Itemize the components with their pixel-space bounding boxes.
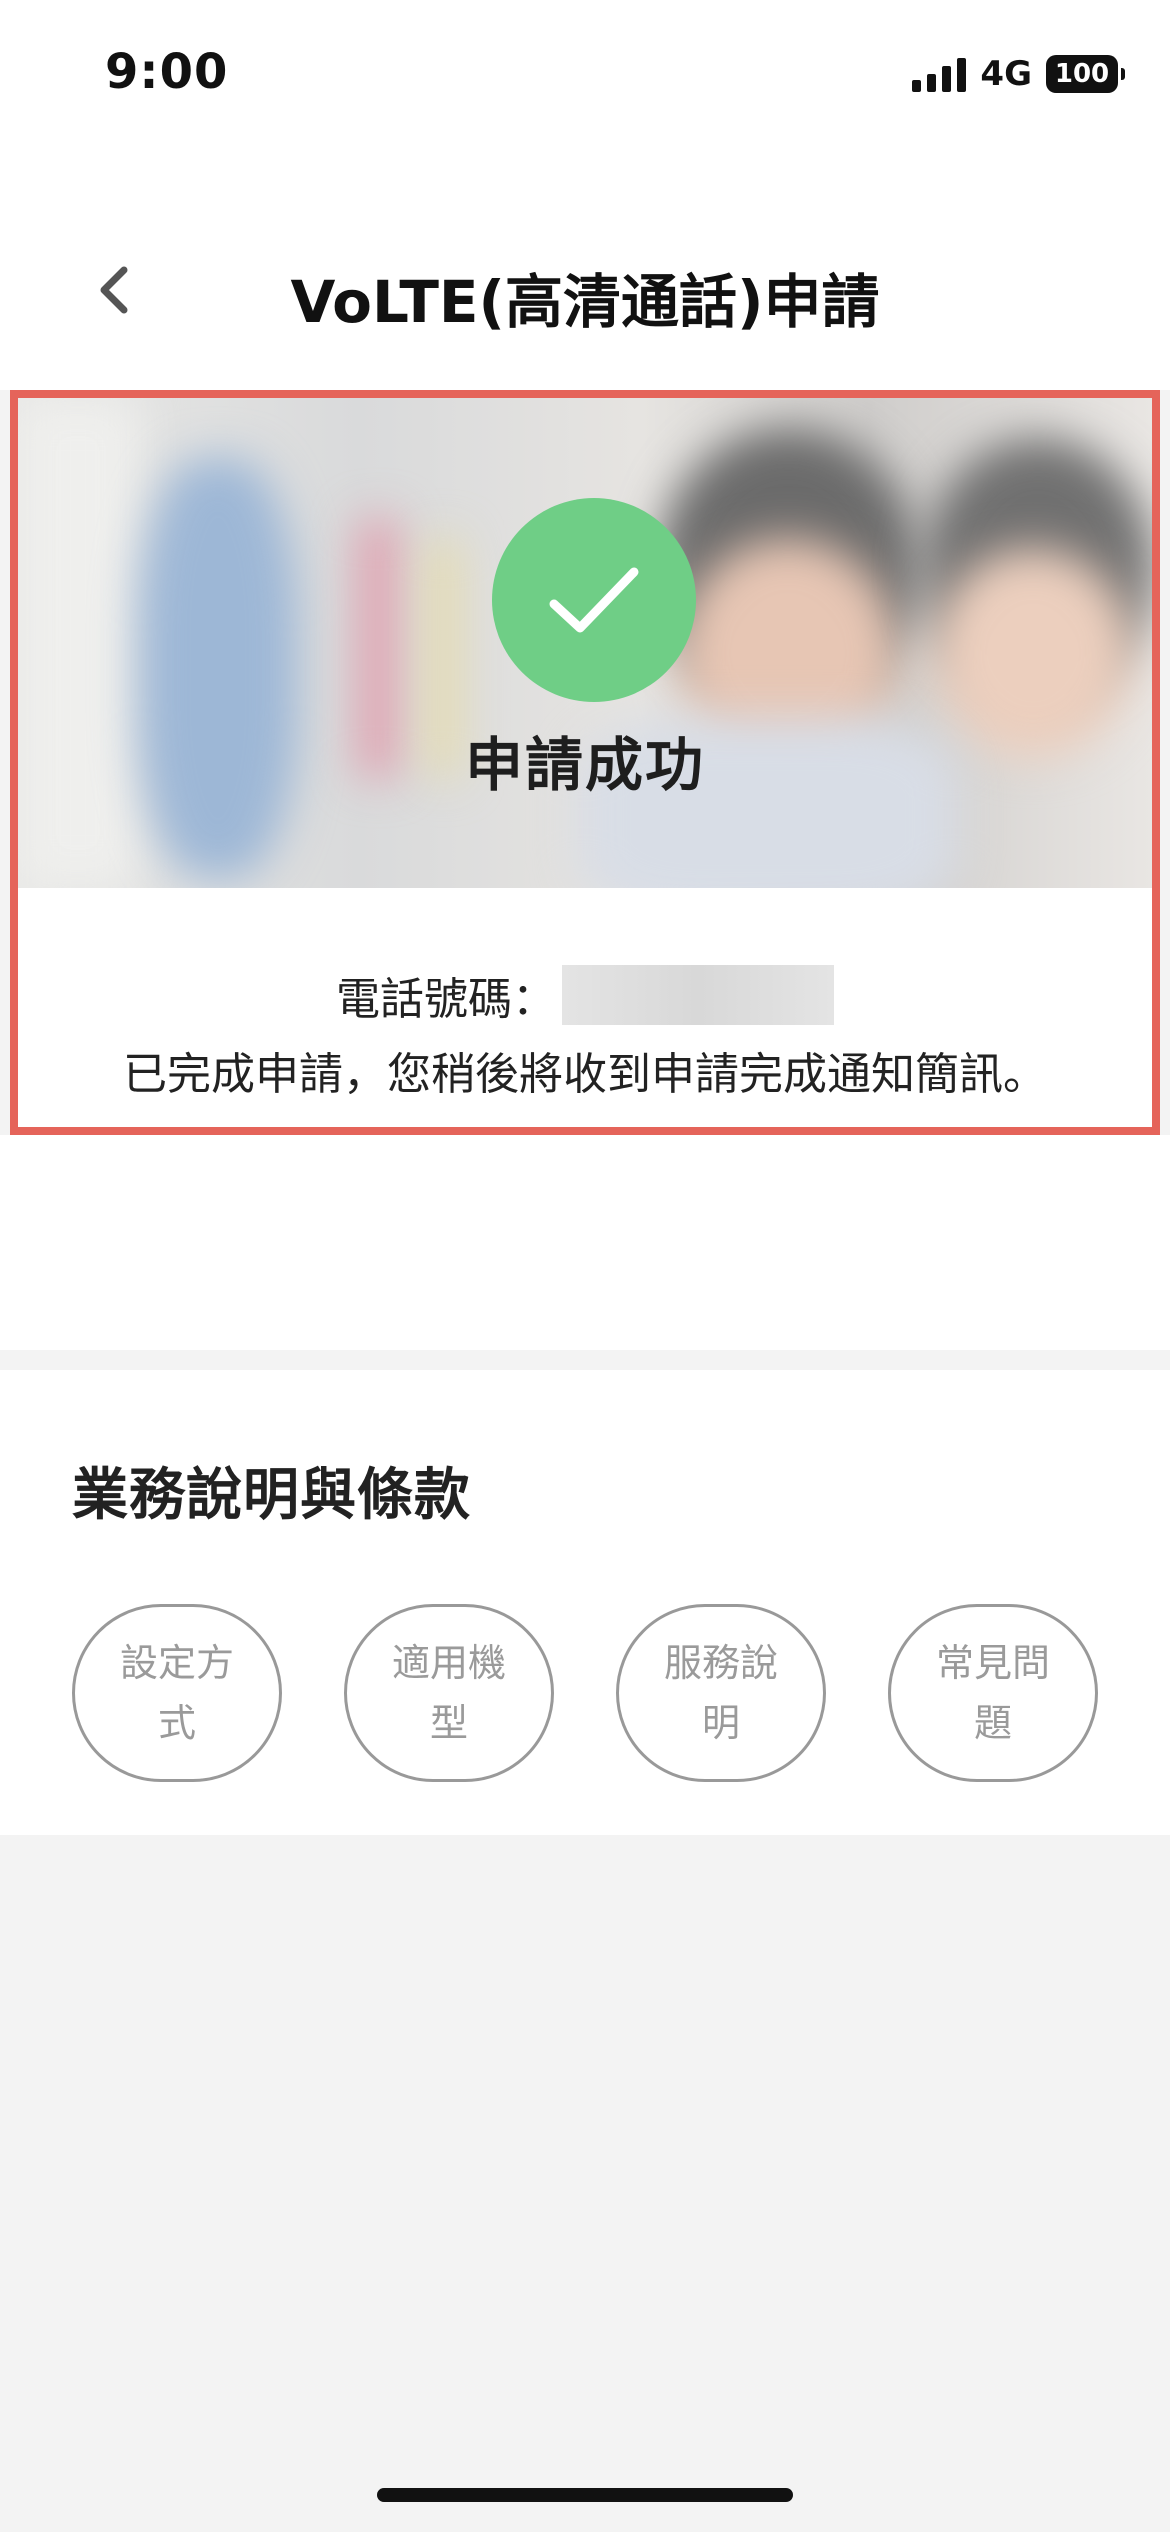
success-status-text: 申請成功: [464, 731, 705, 799]
battery-level: 100: [1054, 59, 1110, 89]
setup-method-button[interactable]: 設定方式: [72, 1604, 282, 1782]
home-indicator[interactable]: [377, 2488, 793, 2502]
success-card: 申請成功 電話號碼： 已完成申請，您稍後將收到申請完成通知簡訊。: [10, 390, 1160, 1135]
completion-message: 已完成申請，您稍後將收到申請完成通知簡訊。: [123, 1049, 1047, 1100]
network-type: 4G: [980, 54, 1032, 94]
terms-title: 業務說明與條款: [72, 1463, 471, 1528]
page: 9:00 4G 100 VoLTE(高清通話)申請 申請成功 電話號碼： 已完成…: [0, 0, 1170, 2532]
terms-section: 業務說明與條款 設定方式 適用機型 服務說明 常見問題: [0, 1370, 1170, 1835]
banner-image: 申請成功: [18, 398, 1152, 888]
service-description-button[interactable]: 服務說明: [616, 1604, 826, 1782]
phone-number-line: 電話號碼：: [18, 963, 1152, 1027]
faq-button[interactable]: 常見問題: [888, 1604, 1098, 1782]
signal-bars-icon: [912, 56, 967, 92]
spacer: [0, 1135, 1170, 1350]
success-check-circle: [492, 498, 696, 702]
phone-label: 電話號碼：: [336, 974, 556, 1025]
battery-icon: 100: [1046, 55, 1125, 93]
supported-devices-button[interactable]: 適用機型: [344, 1604, 554, 1782]
status-bar: 9:00 4G 100: [0, 0, 1170, 150]
checkmark-icon: [549, 567, 639, 633]
terms-button-row: 設定方式 適用機型 服務說明 常見問題: [72, 1604, 1098, 1784]
header: VoLTE(高清通話)申請: [0, 150, 1170, 390]
phone-number-redacted: [562, 965, 834, 1025]
page-title: VoLTE(高清通話)申請: [290, 268, 880, 336]
status-indicators: 4G 100: [912, 52, 1125, 96]
status-time: 9:00: [105, 44, 229, 100]
